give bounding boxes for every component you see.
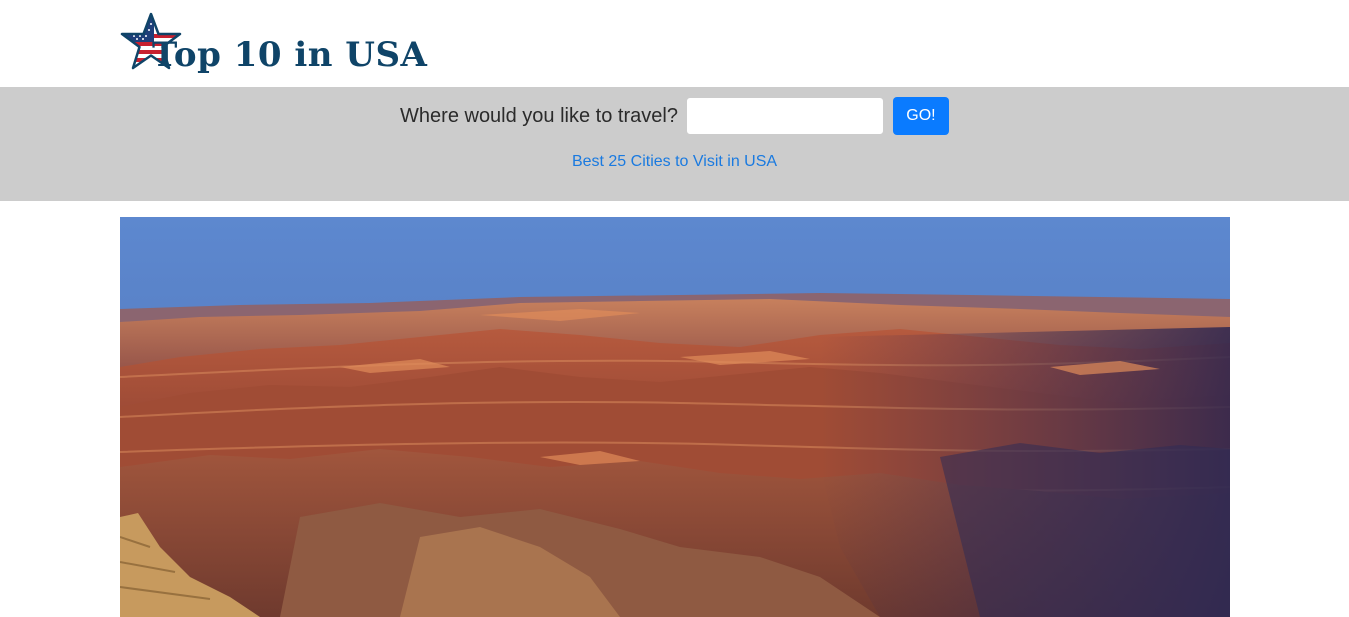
search-form: Where would you like to travel? GO! [0, 97, 1349, 135]
best-cities-link[interactable]: Best 25 Cities to Visit in USA [0, 153, 1349, 171]
hero-image [120, 217, 1230, 617]
site-header: Top 10 in USA [0, 0, 1349, 87]
go-button[interactable]: GO! [892, 97, 949, 135]
grand-canyon-photo [120, 217, 1230, 617]
search-prompt-label: Where would you like to travel? [400, 104, 678, 127]
search-band: Where would you like to travel? GO! Best… [0, 87, 1349, 201]
destination-search-input[interactable] [686, 98, 883, 134]
site-logo[interactable]: Top 10 in USA [120, 12, 427, 76]
site-title: Top 10 in USA [152, 35, 428, 75]
